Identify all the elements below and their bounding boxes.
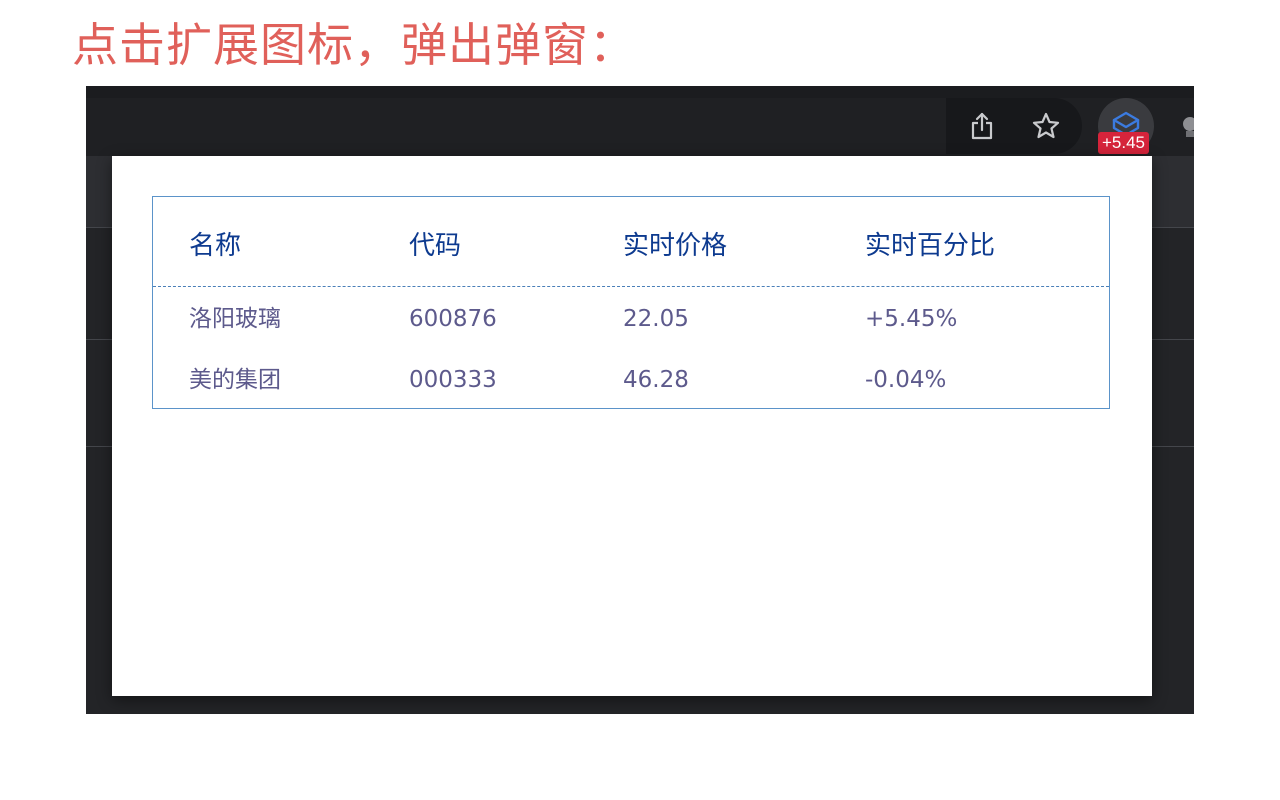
- cell-code: 000333: [409, 367, 497, 393]
- share-icon[interactable]: [966, 110, 998, 142]
- table-row: 美的集团 000333 46.28 -0.04%: [153, 360, 1109, 400]
- cell-code: 600876: [409, 306, 497, 332]
- header-price: 实时价格: [623, 231, 728, 261]
- star-icon[interactable]: [1030, 110, 1062, 142]
- table-row: 洛阳玻璃 600876 22.05 +5.45%: [153, 299, 1109, 339]
- cell-name: 美的集团: [189, 367, 281, 393]
- stock-table: 名称 代码 实时价格 实时百分比 洛阳玻璃 600876 22.05 +5.45…: [152, 196, 1110, 409]
- extension-badge: +5.45: [1098, 132, 1150, 154]
- tab-strip: [86, 86, 1194, 98]
- header-name: 名称: [189, 231, 242, 261]
- header-code: 代码: [409, 231, 462, 261]
- extension-popup: 名称 代码 实时价格 实时百分比 洛阳玻璃 600876 22.05 +5.45…: [112, 156, 1152, 696]
- cell-percent: +5.45%: [865, 306, 958, 332]
- header-percent: 实时百分比: [865, 231, 996, 261]
- caption-title: 点击扩展图标，弹出弹窗：: [72, 18, 636, 72]
- cell-price: 22.05: [623, 306, 689, 332]
- extension-icon-partial[interactable]: [1174, 110, 1194, 142]
- table-header: 名称 代码 实时价格 实时百分比: [153, 197, 1109, 287]
- cell-name: 洛阳玻璃: [189, 306, 281, 332]
- cell-percent: -0.04%: [865, 367, 947, 393]
- cell-price: 46.28: [623, 367, 689, 393]
